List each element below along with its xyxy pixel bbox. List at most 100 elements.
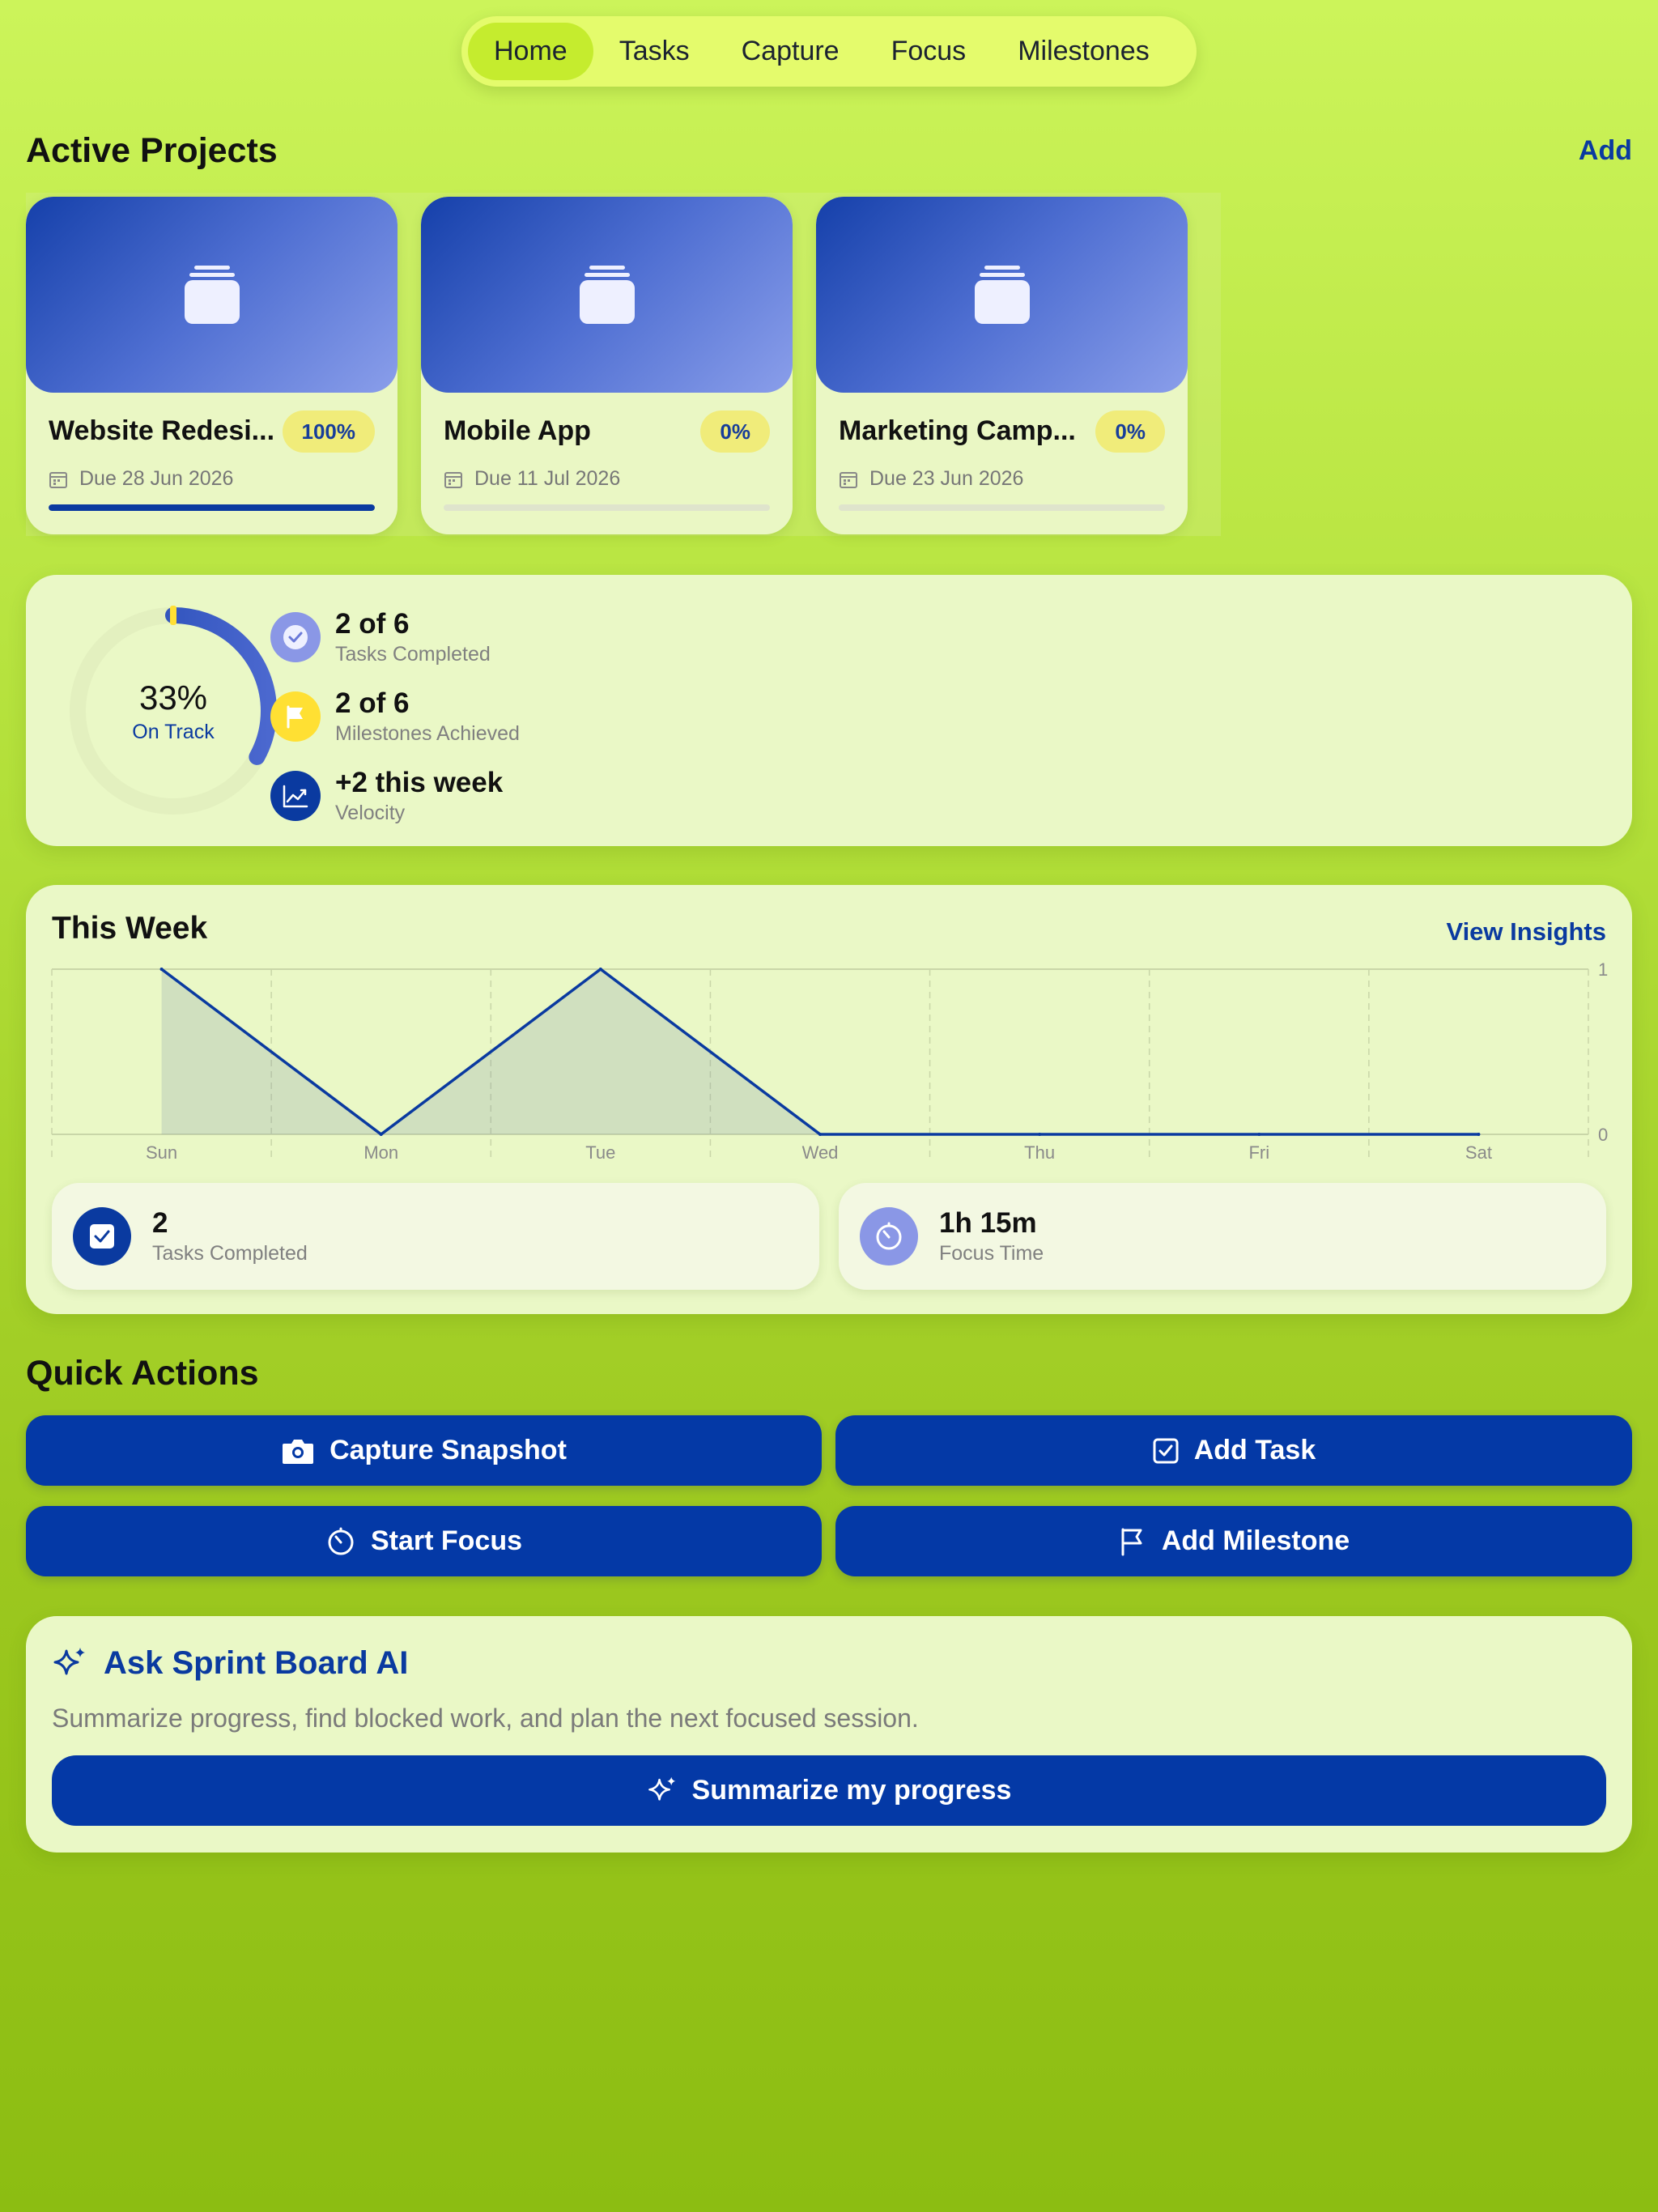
due-date: Due 11 Jul 2026	[474, 467, 621, 490]
button-label: Summarize my progress	[691, 1775, 1012, 1806]
flag-icon	[1121, 1528, 1142, 1555]
active-projects-title: Active Projects	[26, 131, 278, 170]
sparkles-icon	[53, 1647, 85, 1674]
data-point	[1257, 1133, 1261, 1136]
due-date-row: Due 23 Jun 2026	[839, 467, 1023, 491]
stack-icon	[184, 266, 240, 324]
data-point	[598, 968, 602, 971]
add-task-button[interactable]: Add Task	[835, 1415, 1632, 1486]
x-tick-label: Sun	[146, 1142, 177, 1163]
start-focus-button[interactable]: Start Focus	[26, 1506, 822, 1576]
add-project-button[interactable]: Add	[1579, 135, 1632, 167]
tab-milestones[interactable]: Milestones	[992, 23, 1175, 80]
project-cover	[421, 197, 793, 393]
stat-value: 2 of 6	[335, 608, 410, 640]
x-tick-label: Mon	[363, 1142, 398, 1163]
checkbox-icon	[73, 1207, 131, 1266]
weekly-activity-chart: Sun Mon Tue Wed Thu Fri Sat 1 0	[51, 959, 1608, 1163]
button-label: Add Task	[1193, 1435, 1316, 1465]
y-tick-label: 0	[1598, 1125, 1608, 1145]
timer-icon	[328, 1527, 354, 1555]
timer-icon	[860, 1207, 918, 1266]
progress-badge: 0%	[1095, 410, 1165, 453]
project-cover	[26, 197, 397, 393]
project-name: Mobile App	[444, 415, 591, 446]
progress-status: On Track	[132, 720, 215, 743]
button-label: Start Focus	[370, 1525, 523, 1556]
data-point	[1038, 1133, 1042, 1136]
series-area	[161, 969, 1479, 1134]
check-circle-icon	[270, 612, 321, 662]
stat-velocity: +2 this week Velocity	[270, 766, 503, 826]
capture-snapshot-button[interactable]: Capture Snapshot	[26, 1415, 822, 1486]
summary-tasks-completed: 2 Tasks Completed	[52, 1183, 819, 1290]
stack-icon	[974, 266, 1030, 324]
progress-percent: 33%	[138, 678, 208, 717]
project-card-marketing-campaign[interactable]: Marketing Camp... 0% Due 23 Jun 2026	[816, 197, 1188, 534]
x-tick-label: Wed	[802, 1142, 839, 1163]
tab-capture[interactable]: Capture	[716, 23, 865, 80]
this-week-card: This Week View Insights Sun Mon Tue Wed Thu F…	[26, 885, 1632, 1314]
progress-bar	[444, 504, 770, 511]
trend-up-icon	[270, 771, 321, 821]
progress-ring: 33% On Track	[66, 604, 280, 818]
sparkles-icon	[648, 1776, 675, 1801]
progress-fill	[49, 504, 375, 511]
summary-focus-time: 1h 15m Focus Time	[839, 1183, 1606, 1290]
calendar-icon	[444, 471, 462, 488]
summary-label: Tasks Completed	[152, 1242, 308, 1265]
summary-value: 1h 15m	[939, 1207, 1037, 1239]
x-tick-label: Tue	[585, 1142, 615, 1163]
summary-label: Focus Time	[939, 1242, 1044, 1265]
top-nav: Home Tasks Capture Focus Milestones	[461, 16, 1197, 87]
add-milestone-button[interactable]: Add Milestone	[835, 1506, 1632, 1576]
ai-description: Summarize progress, find blocked work, a…	[52, 1704, 919, 1733]
progress-summary-card: 33% On Track 2 of 6 Tasks Completed 2 of…	[26, 575, 1632, 846]
ai-assistant-card: Ask Sprint Board AI Summarize progress, …	[26, 1616, 1632, 1853]
stat-value: 2 of 6	[335, 687, 410, 719]
progress-badge: 100%	[282, 410, 375, 453]
due-date-row: Due 28 Jun 2026	[49, 467, 233, 491]
project-cover	[816, 197, 1188, 393]
stat-milestones-achieved: 2 of 6 Milestones Achieved	[270, 687, 520, 747]
tab-tasks[interactable]: Tasks	[593, 23, 716, 80]
checkbox-icon	[1153, 1438, 1179, 1463]
due-date: Due 28 Jun 2026	[79, 467, 234, 490]
stack-icon	[579, 266, 635, 324]
progress-badge: 0%	[700, 410, 770, 453]
due-date-row: Due 11 Jul 2026	[444, 467, 620, 491]
progress-bar	[49, 504, 375, 511]
project-name: Website Redesi...	[49, 415, 275, 446]
summarize-progress-button[interactable]: Summarize my progress	[52, 1755, 1606, 1826]
progress-ring-label: 33% On Track	[66, 604, 280, 818]
stat-label: Velocity	[335, 802, 406, 824]
data-point	[379, 1133, 383, 1136]
calendar-icon	[840, 471, 857, 488]
series-line	[160, 968, 1479, 1136]
stat-tasks-completed: 2 of 6 Tasks Completed	[270, 607, 491, 667]
project-name: Marketing Camp...	[839, 415, 1076, 446]
data-point	[818, 1133, 822, 1136]
due-date: Due 23 Jun 2026	[869, 467, 1024, 490]
x-tick-label: Thu	[1024, 1142, 1055, 1163]
project-card-website-redesign[interactable]: Website Redesi... 100% Due 28 Jun 2026	[26, 197, 397, 534]
ai-title: Ask Sprint Board AI	[104, 1645, 409, 1681]
button-label: Capture Snapshot	[329, 1435, 567, 1465]
button-label: Add Milestone	[1161, 1525, 1350, 1556]
stat-label: Tasks Completed	[335, 643, 491, 666]
stat-value: +2 this week	[335, 767, 504, 798]
summary-value: 2	[152, 1207, 168, 1239]
progress-bar	[839, 504, 1165, 511]
ai-title-row: Ask Sprint Board AI	[52, 1645, 408, 1682]
flag-icon	[270, 691, 321, 742]
project-card-mobile-app[interactable]: Mobile App 0% Due 11 Jul 2026	[421, 197, 793, 534]
x-tick-label: Fri	[1248, 1142, 1269, 1163]
tab-focus[interactable]: Focus	[865, 23, 993, 80]
data-point	[1477, 1133, 1481, 1136]
quick-actions-title: Quick Actions	[26, 1354, 259, 1393]
calendar-icon	[49, 471, 67, 488]
tab-home[interactable]: Home	[468, 23, 593, 80]
x-tick-label: Sat	[1465, 1142, 1492, 1163]
y-tick-label: 1	[1598, 959, 1608, 980]
camera-icon	[283, 1439, 314, 1464]
